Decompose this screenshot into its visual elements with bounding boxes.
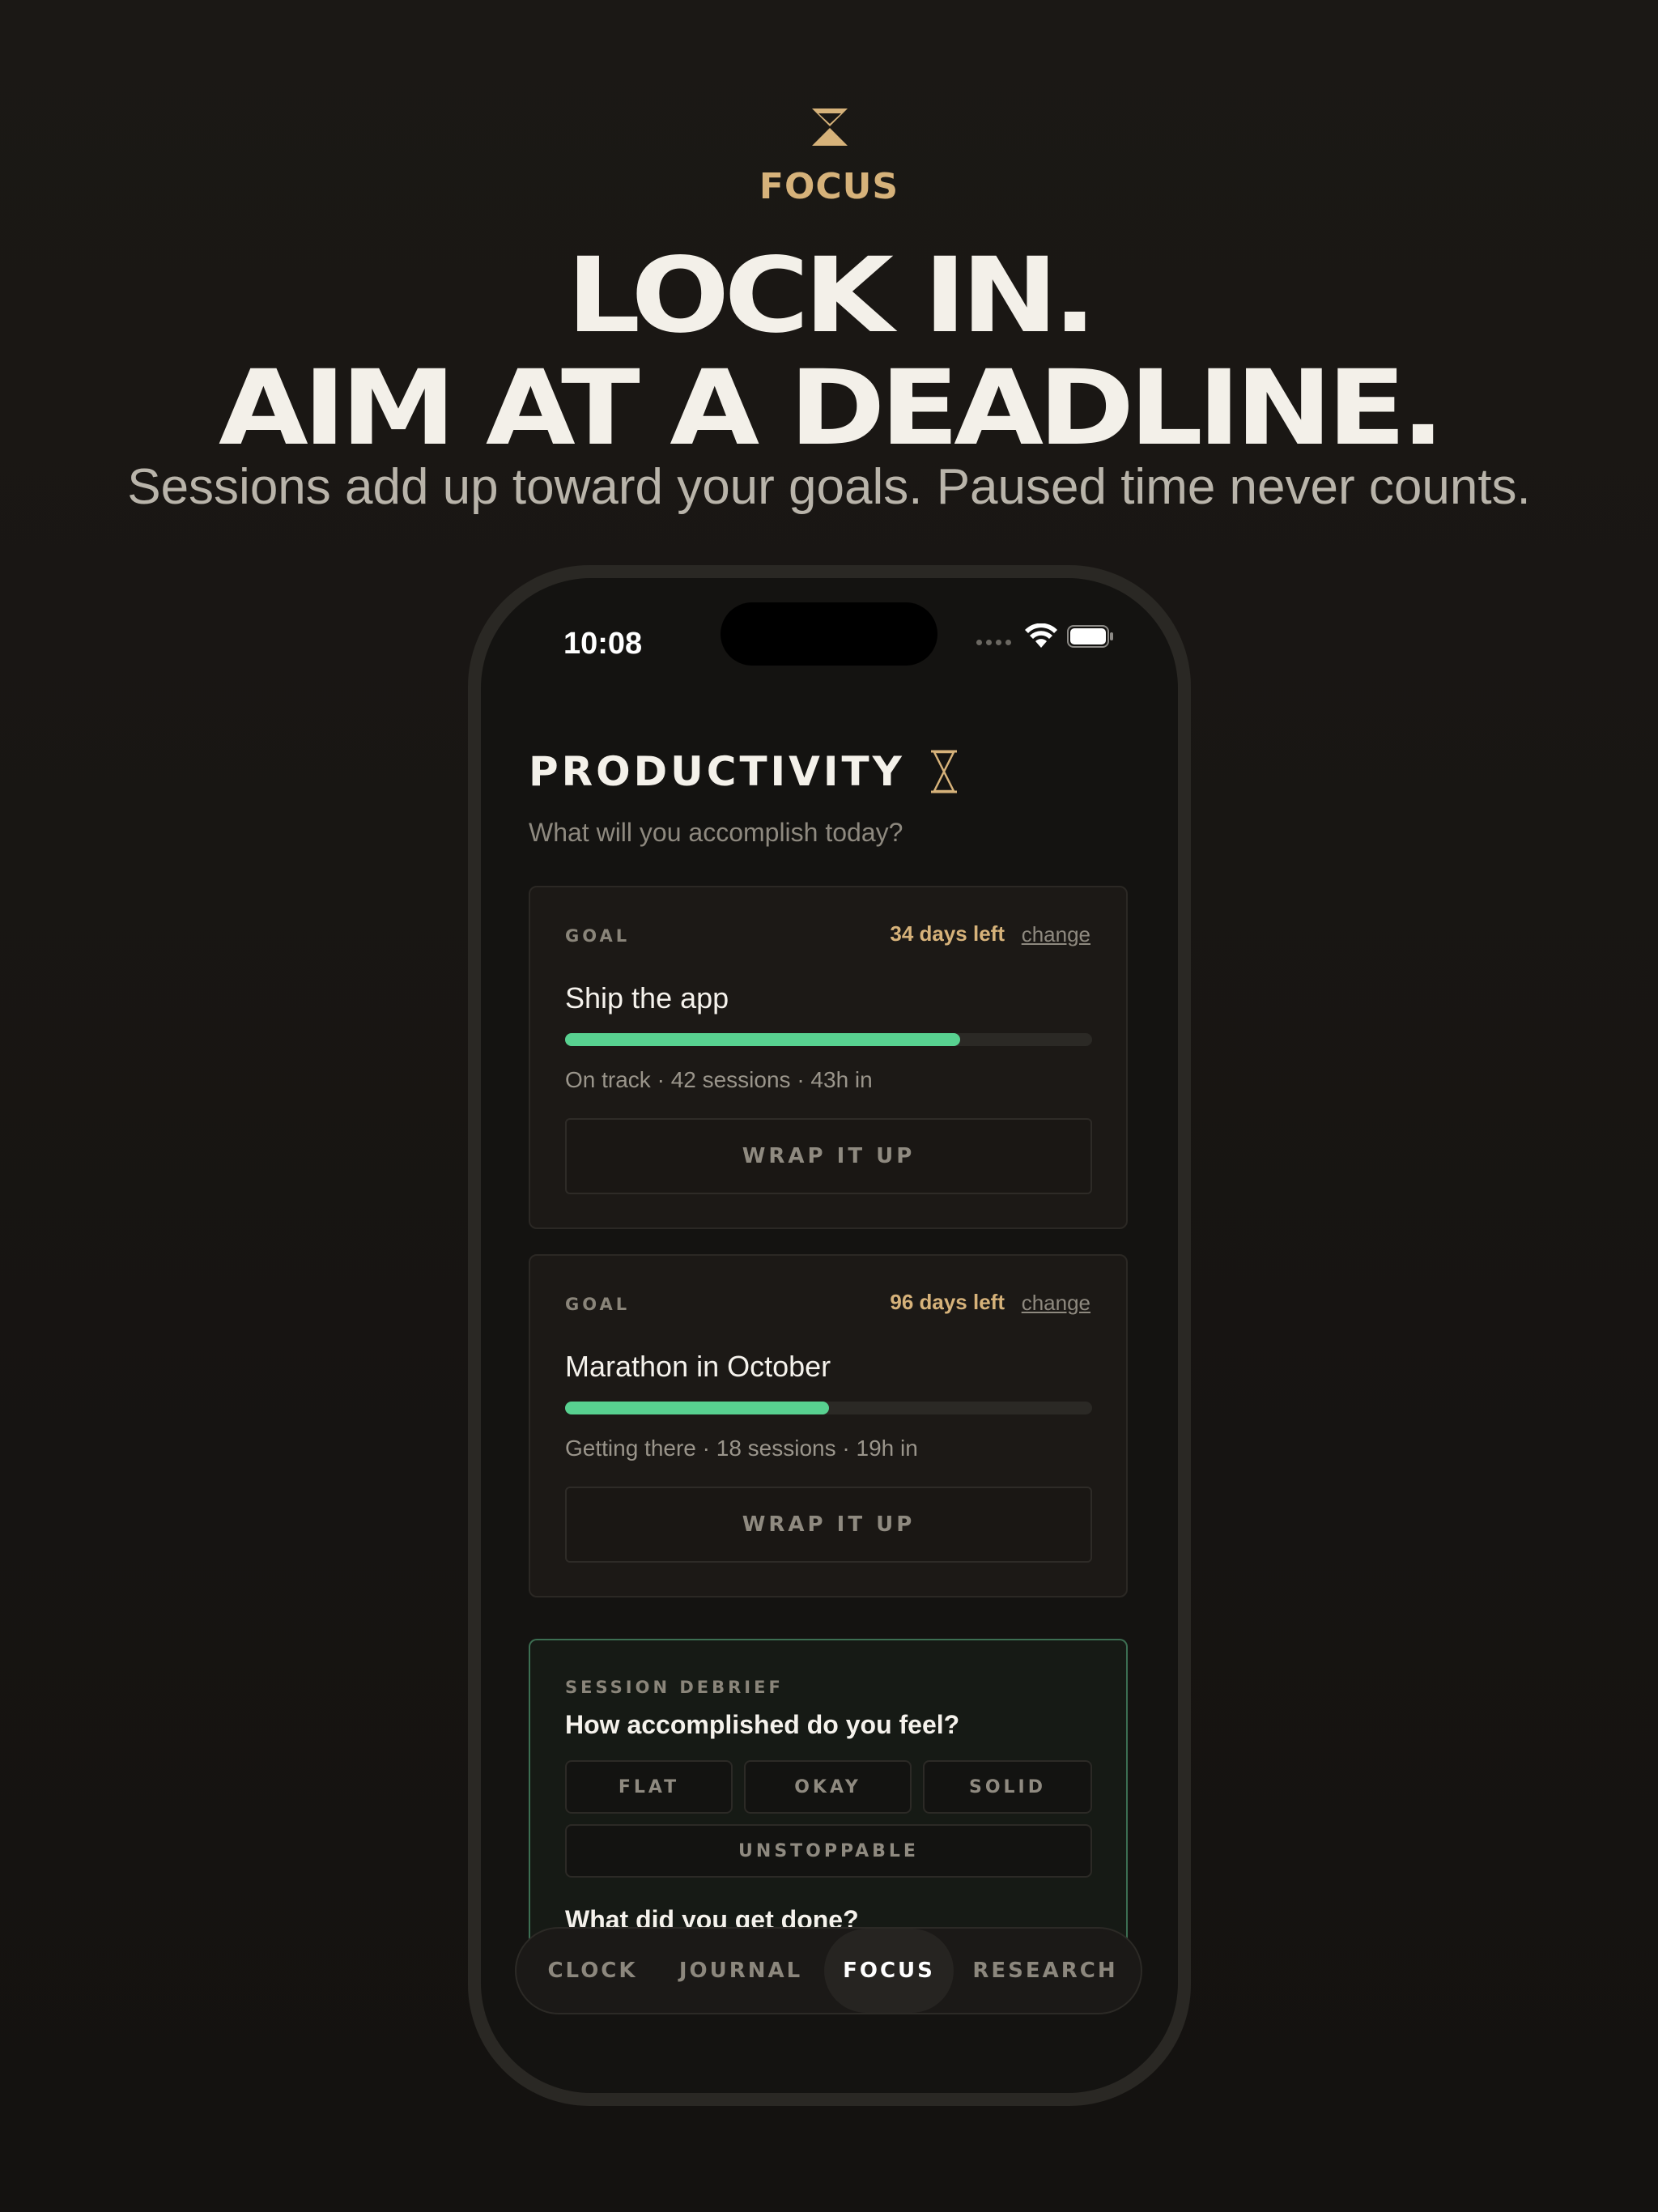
change-link[interactable]: change	[1022, 1291, 1090, 1316]
goal-card: GOAL 96 days left change Marathon in Oct…	[529, 1254, 1128, 1597]
change-link[interactable]: change	[1022, 922, 1090, 947]
status-time: 10:08	[563, 627, 643, 661]
goal-label: GOAL	[565, 1295, 631, 1314]
tab-focus[interactable]: FOCUS	[824, 1929, 954, 2013]
progress-bar	[565, 1033, 1092, 1046]
hourglass-icon	[812, 108, 848, 146]
tab-journal[interactable]: JOURNAL	[664, 1929, 818, 2013]
tab-research[interactable]: RESEARCH	[960, 1929, 1130, 2013]
option-flat[interactable]: FLAT	[565, 1760, 733, 1814]
phone-frame: 10:08 PRODUCTIVITY What will you accompl…	[468, 565, 1191, 2106]
phone-screen: 10:08 PRODUCTIVITY What will you accompl…	[481, 578, 1178, 2093]
headline-line-2: AIM AT A DEADLINE.	[218, 348, 1445, 469]
progress-fill	[565, 1033, 961, 1046]
progress-bar	[565, 1402, 1092, 1414]
goal-label: GOAL	[565, 926, 631, 946]
goal-card: GOAL 34 days left change Ship the app On…	[529, 886, 1128, 1229]
debrief-label: SESSION DEBRIEF	[565, 1678, 784, 1697]
page-title: PRODUCTIVITY	[529, 748, 905, 795]
option-okay[interactable]: OKAY	[744, 1760, 912, 1814]
goal-name: Marathon in October	[565, 1350, 831, 1383]
page-header: PRODUCTIVITY	[529, 748, 960, 795]
brand-name: FOCUS	[759, 166, 899, 207]
goal-meta: Getting there · 18 sessions · 19h in	[565, 1436, 918, 1461]
days-left: 96 days left	[890, 1290, 1005, 1314]
goal-name: Ship the app	[565, 981, 729, 1015]
debrief-question: How accomplished do you feel?	[565, 1710, 960, 1739]
wifi-icon	[1025, 623, 1057, 648]
option-unstoppable[interactable]: UNSTOPPABLE	[565, 1824, 1092, 1878]
days-left: 34 days left	[890, 921, 1005, 946]
goal-meta: On track · 42 sessions · 43h in	[565, 1067, 873, 1092]
page-subtitle: What will you accomplish today?	[529, 818, 903, 847]
option-solid[interactable]: SOLID	[923, 1760, 1092, 1814]
wrap-it-up-button[interactable]: WRAP IT UP	[565, 1118, 1092, 1194]
headline-line-1: LOCK IN.	[566, 236, 1097, 356]
progress-fill	[565, 1402, 829, 1414]
tab-clock[interactable]: CLOCK	[529, 1929, 656, 2013]
wrap-it-up-button[interactable]: WRAP IT UP	[565, 1487, 1092, 1563]
hourglass-icon	[930, 750, 957, 793]
dynamic-island	[721, 602, 937, 666]
battery-icon	[1067, 625, 1113, 648]
tab-bar: CLOCK JOURNAL FOCUS RESEARCH	[515, 1927, 1142, 2014]
hero-subline: Sessions add up toward your goals. Pause…	[127, 459, 1531, 515]
signal-icon	[976, 640, 1011, 645]
